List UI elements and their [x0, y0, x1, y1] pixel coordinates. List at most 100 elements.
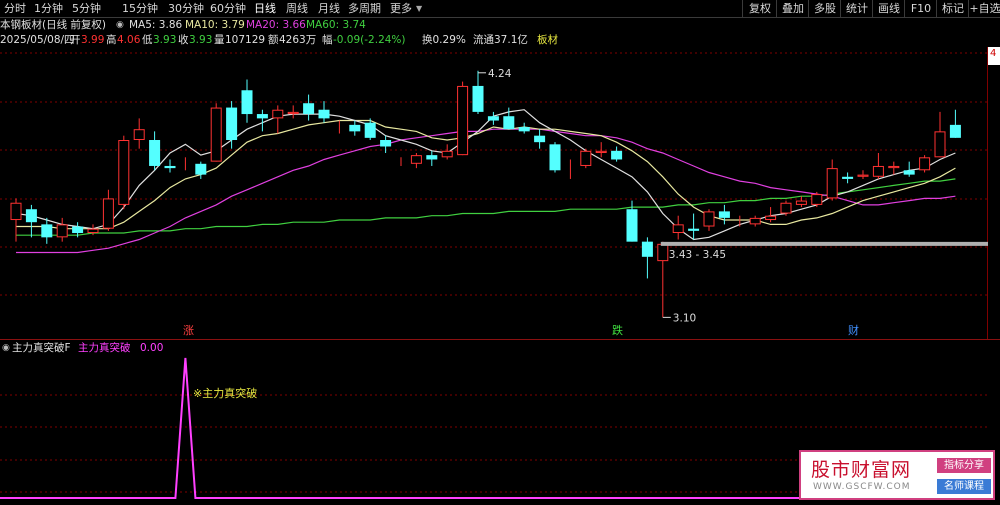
marker-zhang: 涨 [183, 324, 194, 337]
candle-body [10, 202, 22, 221]
candle-body [25, 209, 37, 223]
overlay-button[interactable]: 叠加 [776, 0, 809, 17]
candle [934, 111, 946, 158]
close-value: 3.93 [189, 34, 213, 46]
period-tab-fenshi[interactable]: 分时 [4, 0, 26, 17]
indicator-name[interactable]: 主力真突破F [12, 341, 71, 355]
candle-body [149, 140, 161, 166]
multi-stock-button[interactable]: 多股 [808, 0, 841, 17]
bar-date: 2025/05/08/四 [0, 34, 75, 46]
site-watermark: 股市财富网 WWW.GSCFW.COM 指标分享 名师课程 [799, 450, 995, 500]
candle [210, 103, 222, 162]
candle-body [718, 211, 730, 218]
candle [857, 170, 869, 179]
candle-body [380, 140, 392, 147]
candle [688, 213, 700, 240]
high-price-label: 4.24 [488, 68, 512, 80]
high-value: 4.06 [117, 34, 141, 46]
candle-body [842, 176, 854, 179]
candle [580, 148, 592, 169]
add-watchlist-button[interactable]: +自选 [968, 0, 1000, 17]
candle [149, 131, 161, 171]
sector-tag[interactable]: 板材 [537, 33, 558, 47]
candle-body [72, 226, 84, 234]
period-tab-monthly[interactable]: 月线 [318, 0, 340, 17]
settings-toggle-icon[interactable]: ◉ [116, 18, 124, 32]
period-tab-daily[interactable]: 日线 [254, 0, 276, 17]
amount-label: 额 [268, 34, 279, 46]
marker-cai: 财 [848, 323, 859, 337]
candle [133, 118, 145, 149]
fuquan-button[interactable]: 复权 [742, 0, 777, 17]
candle-body [765, 215, 777, 221]
candle-body [303, 103, 315, 115]
mark-button[interactable]: 标记 [936, 0, 969, 17]
watermark-tag-course: 名师课程 [937, 479, 991, 494]
period-tab-multi[interactable]: 多周期 [348, 0, 381, 17]
candle-body [626, 209, 638, 242]
ma-legend: 本钢板材(日线 前复权) ◉ MA5: 3.86 MA10: 3.79 MA20… [0, 18, 1000, 32]
candle-body [256, 114, 268, 119]
candle [811, 191, 823, 208]
candle-body [934, 131, 946, 158]
watermark-title: 股市财富网 [811, 459, 912, 481]
candle-body [164, 165, 176, 169]
candle [426, 150, 438, 166]
watermark-tag-indicator: 指标分享 [937, 458, 991, 473]
candle-body [872, 165, 884, 177]
float-cap: 流通37.1亿 [473, 34, 528, 46]
candle [56, 217, 68, 242]
candle [795, 196, 807, 208]
period-tab-1min[interactable]: 1分钟 [34, 0, 63, 17]
candle [657, 241, 669, 318]
candle-body [349, 124, 361, 132]
indicator-toggle-icon[interactable]: ◉ [2, 341, 10, 355]
candle-body [241, 90, 253, 115]
candle [303, 94, 315, 121]
ma10-label: MA10: 3.79 [185, 19, 245, 31]
kline-chart[interactable]: 4.24 3.43 - 3.45 3.10 涨 跌 财 [0, 47, 1000, 339]
candle-body [949, 124, 961, 138]
period-tab-more[interactable]: 更多 [390, 0, 412, 17]
indicator-value: 0.00 [140, 342, 164, 354]
candle [919, 155, 931, 173]
candle [287, 105, 299, 119]
indicator-signal-text: ※主力真突破 [193, 386, 257, 400]
candle-body [87, 228, 99, 234]
candle-body [41, 224, 53, 238]
candle-body [826, 168, 838, 199]
high-label: 高 [106, 34, 117, 46]
candle-body [426, 155, 438, 160]
candle [534, 129, 546, 149]
open-value: 3.99 [81, 34, 105, 46]
candle-body [272, 109, 284, 119]
period-tab-30min[interactable]: 30分钟 [168, 0, 204, 17]
candle-body [410, 155, 422, 164]
f10-button[interactable]: F10 [904, 0, 937, 17]
candle [641, 237, 653, 279]
candle-body [487, 116, 499, 121]
marker-die: 跌 [612, 323, 623, 337]
candle [780, 200, 792, 216]
ma5-label: MA5: 3.86 [129, 19, 183, 31]
candle [518, 122, 530, 134]
candle-body [749, 217, 761, 225]
candle-body [102, 198, 114, 229]
candle-body [888, 165, 900, 169]
range-label: 3.43 - 3.45 [669, 249, 726, 261]
period-tab-5min[interactable]: 5分钟 [72, 0, 101, 17]
stats-button[interactable]: 统计 [840, 0, 873, 17]
change-label: 幅 [322, 34, 333, 46]
candle-body [611, 150, 623, 160]
open-label: 开 [70, 34, 81, 46]
period-tab-60min[interactable]: 60分钟 [210, 0, 246, 17]
more-chevron-icon[interactable]: ▼ [416, 0, 422, 17]
candle-body [226, 107, 238, 141]
candle [349, 120, 361, 136]
candle [164, 159, 176, 173]
period-tab-weekly[interactable]: 周线 [286, 0, 308, 17]
annotation-layer: 4.24 3.43 - 3.45 3.10 涨 跌 财 [183, 68, 859, 337]
draw-line-button[interactable]: 画线 [872, 0, 905, 17]
candle [241, 79, 253, 123]
period-tab-15min[interactable]: 15分钟 [122, 0, 158, 17]
